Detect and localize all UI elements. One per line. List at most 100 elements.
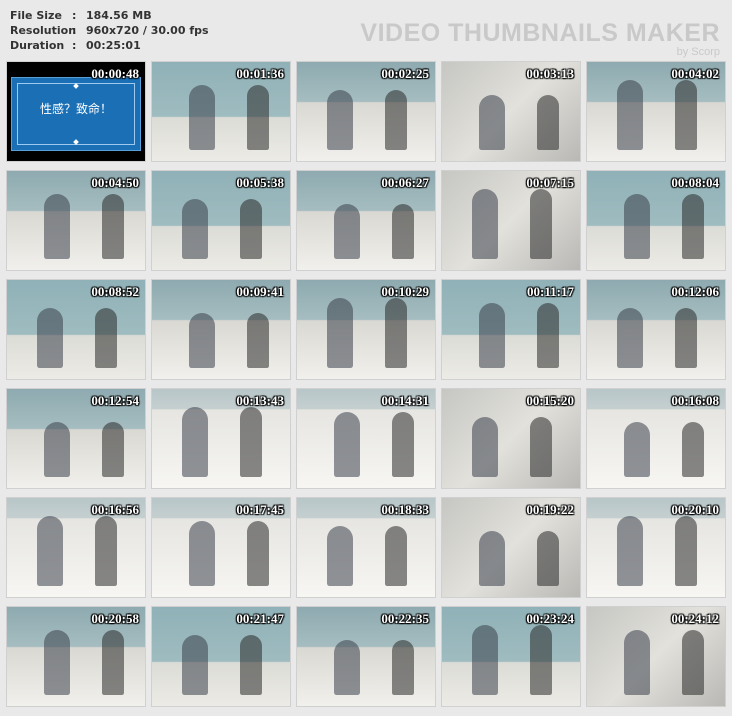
figure-silhouette [95,516,117,586]
thumbnail-frame: 00:05:38 [151,170,291,271]
figure-silhouette [189,85,215,150]
thumbnail-frame: 00:20:10 [586,497,726,598]
figure-silhouette [472,417,498,477]
thumbnail-timestamp: 00:12:54 [91,393,139,408]
figure-silhouette [624,194,650,259]
thumbnail-frame: 00:16:56 [6,497,146,598]
thumbnail-timestamp: 00:18:33 [381,502,429,517]
brand-watermark: VIDEO THUMBNAILS MAKER by Scorp [360,20,720,58]
figure-silhouette [102,630,124,695]
figure-silhouette [240,199,262,259]
thumbnail-timestamp: 00:02:25 [381,66,429,81]
duration-row: Duration : 00:25:01 [10,38,209,53]
thumbnail-frame: 00:07:15 [441,170,581,271]
thumbnail-frame: 00:23:24 [441,606,581,707]
figure-silhouette [240,635,262,695]
figure-silhouette [537,531,559,586]
thumbnail-frame: 00:16:08 [586,388,726,489]
figure-silhouette [334,640,360,695]
file-info: File Size : 184.56 MB Resolution : 960x7… [10,8,209,53]
thumbnail-timestamp: 00:04:50 [91,175,139,190]
figure-silhouette [334,412,360,477]
thumbnail-timestamp: 00:16:56 [91,502,139,517]
thumbnail-frame: 00:24:12 [586,606,726,707]
figure-silhouette [675,80,697,150]
figure-silhouette [334,204,360,259]
thumbnail-timestamp: 00:19:22 [526,502,574,517]
figure-silhouette [44,630,70,695]
thumbnail-timestamp: 00:17:45 [236,502,284,517]
thumbnail-frame: 00:19:22 [441,497,581,598]
thumbnail-timestamp: 00:16:08 [671,393,719,408]
thumbnail-frame: 00:12:06 [586,279,726,380]
figure-silhouette [617,80,643,150]
figure-silhouette [682,194,704,259]
figure-silhouette [189,313,215,368]
figure-silhouette [95,308,117,368]
thumbnail-timestamp: 00:22:35 [381,611,429,626]
thumbnail-timestamp: 00:11:17 [527,284,574,299]
figure-silhouette [617,308,643,368]
thumbnail-timestamp: 00:15:20 [526,393,574,408]
thumbnail-frame: 00:15:20 [441,388,581,489]
info-key: Duration [10,39,65,52]
figure-silhouette [624,630,650,695]
figure-silhouette [530,417,552,477]
figure-silhouette [617,516,643,586]
thumbnail-timestamp: 00:10:29 [381,284,429,299]
thumbnail-grid: 性感？致命！ 00:00:48 00:01:36 00:02:25 00:03:13 00… [6,61,726,709]
figure-silhouette [327,90,353,150]
info-value: 960x720 / 30.00 fps [86,24,209,37]
figure-silhouette [479,95,505,150]
thumbnail-frame: 00:21:47 [151,606,291,707]
thumbnail-timestamp: 00:20:10 [671,502,719,517]
figure-silhouette [247,521,269,586]
figure-silhouette [472,189,498,259]
info-value: 00:25:01 [86,39,141,52]
thumbnail-frame: 00:09:41 [151,279,291,380]
figure-silhouette [385,90,407,150]
thumbnail-frame: 00:22:35 [296,606,436,707]
figure-silhouette [385,526,407,586]
thumbnail-frame: 00:14:31 [296,388,436,489]
figure-silhouette [189,521,215,586]
figure-silhouette [472,625,498,695]
figure-silhouette [624,422,650,477]
thumbnail-timestamp: 00:12:06 [671,284,719,299]
figure-silhouette [247,85,269,150]
figure-silhouette [37,308,63,368]
thumbnail-timestamp: 00:01:36 [236,66,284,81]
thumbnail-frame: 00:01:36 [151,61,291,162]
figure-silhouette [479,303,505,368]
thumbnail-frame: 00:04:50 [6,170,146,271]
thumbnail-frame: 00:08:52 [6,279,146,380]
brand-byline: by Scorp [676,46,720,58]
figure-silhouette [675,308,697,368]
figure-silhouette [102,422,124,477]
thumbnail-frame: 性感？致命！ 00:00:48 [6,61,146,162]
figure-silhouette [240,407,262,477]
info-key: File Size [10,9,62,22]
thumbnail-timestamp: 00:24:12 [671,611,719,626]
figure-silhouette [537,95,559,150]
thumbnail-timestamp: 00:05:38 [236,175,284,190]
figure-silhouette [182,635,208,695]
figure-silhouette [327,298,353,368]
thumbnail-frame: 00:03:13 [441,61,581,162]
thumbnail-frame: 00:17:45 [151,497,291,598]
figure-silhouette [392,204,414,259]
figure-silhouette [44,422,70,477]
info-separator: : [72,39,77,52]
figure-silhouette [37,516,63,586]
info-separator: : [72,9,77,22]
thumbnail-timestamp: 00:00:48 [91,66,139,81]
title-card-text: 性感？致命！ [39,102,112,116]
resolution-row: Resolution : 960x720 / 30.00 fps [10,23,209,38]
thumbnail-frame: 00:12:54 [6,388,146,489]
title-card: 性感？致命！ [11,77,141,151]
file-size-row: File Size : 184.56 MB [10,8,209,23]
thumbnail-frame: 00:08:04 [586,170,726,271]
figure-silhouette [530,189,552,259]
thumbnail-frame: 00:18:33 [296,497,436,598]
thumbnail-timestamp: 00:20:58 [91,611,139,626]
